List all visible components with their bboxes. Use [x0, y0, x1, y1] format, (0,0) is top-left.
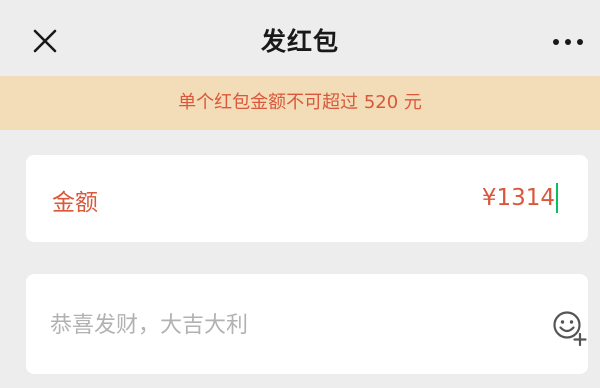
greeting-card: [26, 274, 588, 374]
emoji-add-icon: [553, 311, 587, 347]
top-bar: 发红包: [0, 0, 600, 76]
amount-field[interactable]: ¥1314: [482, 183, 558, 213]
amount-label: 金额: [52, 190, 98, 216]
text-caret: [556, 183, 558, 213]
greeting-input[interactable]: [50, 308, 510, 342]
more-button[interactable]: [548, 28, 588, 56]
page-title: 发红包: [260, 27, 339, 56]
amount-card[interactable]: 金额 ¥1314: [26, 155, 588, 242]
more-icon: [553, 39, 583, 45]
emoji-button[interactable]: [550, 308, 590, 348]
amount-value: ¥1314: [481, 185, 555, 211]
limit-warning-banner: 单个红包金额不可超过 520 元: [0, 76, 600, 130]
